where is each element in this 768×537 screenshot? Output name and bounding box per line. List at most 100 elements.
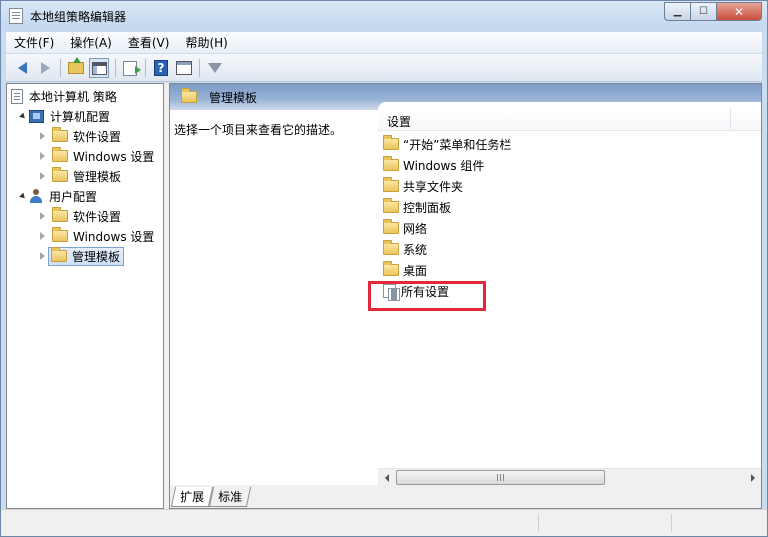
collapsed-arrow-icon[interactable]	[36, 166, 48, 186]
menu-bar: 文件(F) 操作(A) 查看(V) 帮助(H)	[6, 32, 762, 53]
tree-item-label: 软件设置	[73, 129, 122, 144]
list-item-label: 网络	[403, 221, 428, 236]
list-item[interactable]: 系统	[383, 239, 427, 259]
work-area: 本地计算机 策略 计算机配置 软件设置 Windows 设置 管理模板 用户配置…	[6, 83, 762, 509]
forward-button[interactable]	[35, 58, 55, 78]
menu-help[interactable]: 帮助(H)	[177, 34, 235, 51]
forward-icon	[40, 62, 50, 74]
collapsed-arrow-icon[interactable]	[36, 146, 48, 166]
folder-icon	[383, 261, 399, 276]
show-hide-tree-icon	[91, 61, 107, 75]
grip-icon	[496, 474, 505, 481]
folder-icon	[52, 167, 68, 182]
properties-icon	[176, 61, 192, 75]
status-segment	[538, 514, 539, 532]
export-list-button[interactable]	[120, 58, 141, 78]
list-item-label: 桌面	[403, 263, 428, 278]
tree-item-root[interactable]: 本地计算机 策略	[11, 86, 117, 106]
up-folder-icon	[68, 57, 84, 74]
tree-item-label: 管理模板	[73, 169, 122, 184]
menu-view[interactable]: 查看(V)	[120, 34, 178, 51]
folder-icon	[52, 227, 68, 242]
tree-item-computer-config[interactable]: 计算机配置	[17, 106, 110, 126]
tree-item-label: Windows 设置	[73, 229, 155, 244]
back-icon	[17, 62, 27, 74]
filter-icon	[208, 63, 222, 73]
folder-icon	[52, 147, 68, 162]
tree-item-user-config[interactable]: 用户配置	[17, 186, 97, 206]
tree-item-user-software[interactable]: 软件设置	[36, 206, 121, 226]
folder-icon	[52, 127, 68, 142]
scroll-thumb[interactable]	[396, 470, 605, 485]
toolbar-separator	[145, 59, 146, 77]
column-divider[interactable]	[730, 108, 731, 130]
tree-item-label: 用户配置	[49, 189, 98, 204]
status-bar	[1, 509, 767, 536]
scroll-left-button[interactable]	[378, 469, 395, 486]
close-button[interactable]: ✕	[717, 2, 762, 21]
description-text: 选择一个项目来查看它的描述。	[174, 123, 343, 137]
folder-icon	[383, 198, 399, 213]
list-item[interactable]: 网络	[383, 218, 427, 238]
expand-arrow-icon[interactable]	[17, 186, 29, 206]
scroll-right-button[interactable]	[744, 469, 761, 486]
user-icon	[29, 189, 43, 203]
list-item[interactable]: 桌面	[383, 260, 427, 280]
scroll-right-icon	[750, 473, 755, 482]
collapsed-arrow-icon[interactable]	[36, 206, 48, 226]
app-icon	[9, 8, 23, 24]
folder-icon	[383, 219, 399, 234]
filter-button[interactable]	[205, 58, 225, 78]
expand-arrow-icon[interactable]	[17, 106, 29, 126]
menu-action[interactable]: 操作(A)	[62, 34, 120, 51]
toolbar-separator	[60, 59, 61, 77]
tree-item-computer-windows[interactable]: Windows 设置	[36, 146, 154, 166]
tab-extended[interactable]: 扩展	[170, 487, 214, 507]
list-item[interactable]: 控制面板	[383, 197, 451, 217]
minimize-button[interactable]: ▁	[664, 2, 691, 21]
description-panel: 选择一个项目来查看它的描述。	[170, 110, 378, 468]
computer-icon	[29, 109, 44, 123]
collapsed-arrow-icon[interactable]	[36, 246, 48, 266]
back-button[interactable]	[12, 58, 32, 78]
column-header-settings[interactable]: 设置	[378, 108, 761, 131]
highlight-annotation	[368, 281, 486, 311]
folder-icon	[383, 156, 399, 171]
folder-icon	[181, 88, 197, 103]
view-tabs: 扩展 标准	[170, 485, 761, 508]
policy-icon	[11, 88, 23, 104]
tree-item-label: 计算机配置	[50, 109, 111, 124]
folder-icon	[383, 177, 399, 192]
folder-icon	[383, 240, 399, 255]
tree-item-computer-software[interactable]: 软件设置	[36, 126, 121, 146]
list-item[interactable]: Windows 组件	[383, 155, 484, 175]
collapsed-arrow-icon[interactable]	[36, 226, 48, 246]
collapsed-arrow-icon[interactable]	[36, 126, 48, 146]
list-item[interactable]: 共享文件夹	[383, 176, 463, 196]
tab-standard[interactable]: 标准	[208, 487, 252, 507]
tree-item-user-windows[interactable]: Windows 设置	[36, 226, 154, 246]
tree-item-computer-admin-templates[interactable]: 管理模板	[36, 166, 121, 186]
list-item[interactable]: “开始”菜单和任务栏	[383, 134, 511, 154]
help-button[interactable]: ?	[151, 58, 171, 78]
scroll-left-icon	[384, 473, 389, 482]
window-controls: ▁ ☐ ✕	[664, 2, 762, 21]
up-one-level-button[interactable]	[66, 57, 86, 78]
menu-file[interactable]: 文件(F)	[6, 34, 62, 51]
list-item-label: Windows 组件	[403, 158, 485, 173]
column-header-label: 设置	[387, 115, 412, 129]
list-item-label: 系统	[403, 242, 428, 257]
show-hide-tree-button[interactable]	[89, 58, 109, 78]
toolbar-separator	[199, 59, 200, 77]
folder-icon	[383, 135, 399, 150]
group-policy-editor-window: 本地组策略编辑器 ▁ ☐ ✕ 文件(F) 操作(A) 查看(V) 帮助(H) ?…	[0, 0, 768, 537]
maximize-button[interactable]: ☐	[691, 2, 717, 21]
tree-selection: 管理模板	[48, 246, 125, 266]
title-bar[interactable]: 本地组策略编辑器 ▁ ☐ ✕	[1, 1, 767, 31]
properties-button[interactable]	[174, 58, 194, 78]
tree-item-label: Windows 设置	[73, 149, 155, 164]
list-item-label: 共享文件夹	[403, 179, 464, 194]
window-title: 本地组策略编辑器	[30, 10, 127, 24]
tree-item-user-admin-templates[interactable]: 管理模板	[36, 246, 125, 266]
horizontal-scrollbar[interactable]	[378, 468, 761, 485]
